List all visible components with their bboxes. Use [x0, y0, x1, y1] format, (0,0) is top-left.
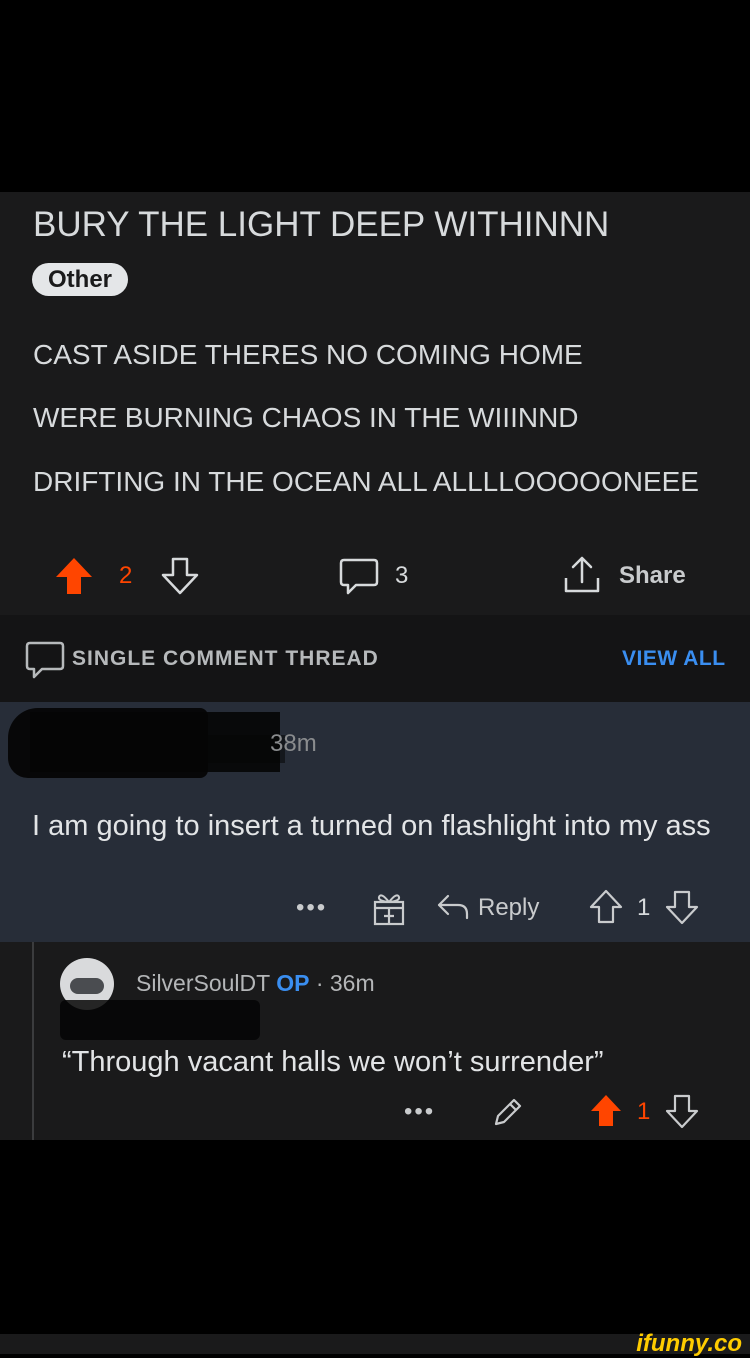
- view-all-link[interactable]: VIEW ALL: [622, 647, 726, 671]
- post-body-line-1: CAST ASIDE THERES NO COMING HOME: [33, 339, 583, 370]
- reply-actions: ••• 1: [0, 1086, 750, 1142]
- downvote-icon[interactable]: [664, 1092, 700, 1130]
- thread-label: SINGLE COMMENT THREAD: [72, 647, 379, 670]
- post-title: BURY THE LIGHT DEEP WITHINNN: [33, 205, 610, 244]
- post-actions: 2 3 Share: [0, 548, 750, 604]
- upvote-icon[interactable]: [588, 888, 624, 926]
- comment-author-line: SilverSoulDT OP · 36m: [136, 970, 375, 997]
- comment-thread-icon: [25, 641, 65, 679]
- comment-icon[interactable]: [338, 556, 380, 596]
- post-comment-count: 3: [395, 562, 409, 589]
- reply-button[interactable]: Reply: [478, 894, 539, 922]
- reply-text: “Through vacant halls we won’t surrender…: [62, 1046, 604, 1078]
- award-icon[interactable]: [371, 888, 407, 928]
- post-body-line-2: WERE BURNING CHAOS IN THE WIIINND: [33, 402, 579, 433]
- downvote-icon[interactable]: [160, 556, 200, 596]
- edit-icon[interactable]: [490, 1094, 524, 1130]
- share-button[interactable]: Share: [619, 562, 686, 590]
- upvote-icon[interactable]: [588, 1092, 624, 1130]
- redacted-flair: [60, 1000, 260, 1040]
- post-flair[interactable]: Other: [32, 263, 129, 296]
- post-score: 2: [119, 562, 133, 589]
- more-options-icon[interactable]: •••: [404, 1098, 435, 1126]
- reply-icon[interactable]: [436, 890, 470, 924]
- comment-time: 38m: [270, 730, 317, 757]
- downvote-icon[interactable]: [664, 888, 700, 926]
- post-body-line-3: DRIFTING IN THE OCEAN ALL ALLLLOOOOONEEE: [33, 466, 699, 497]
- upvote-icon[interactable]: [54, 556, 94, 596]
- comment-text: I am going to insert a turned on flashli…: [32, 810, 711, 842]
- redaction-mark: [150, 735, 285, 763]
- comment-time: 36m: [329, 970, 375, 996]
- separator: ·: [315, 970, 324, 996]
- more-options-icon[interactable]: •••: [296, 894, 327, 922]
- share-icon[interactable]: [562, 554, 602, 596]
- username[interactable]: SilverSoulDT: [136, 970, 270, 996]
- reply-score: 1: [637, 1098, 651, 1125]
- comment-actions: ••• Reply 1: [0, 880, 750, 936]
- op-badge: OP: [276, 970, 310, 996]
- comment-score: 1: [637, 894, 651, 921]
